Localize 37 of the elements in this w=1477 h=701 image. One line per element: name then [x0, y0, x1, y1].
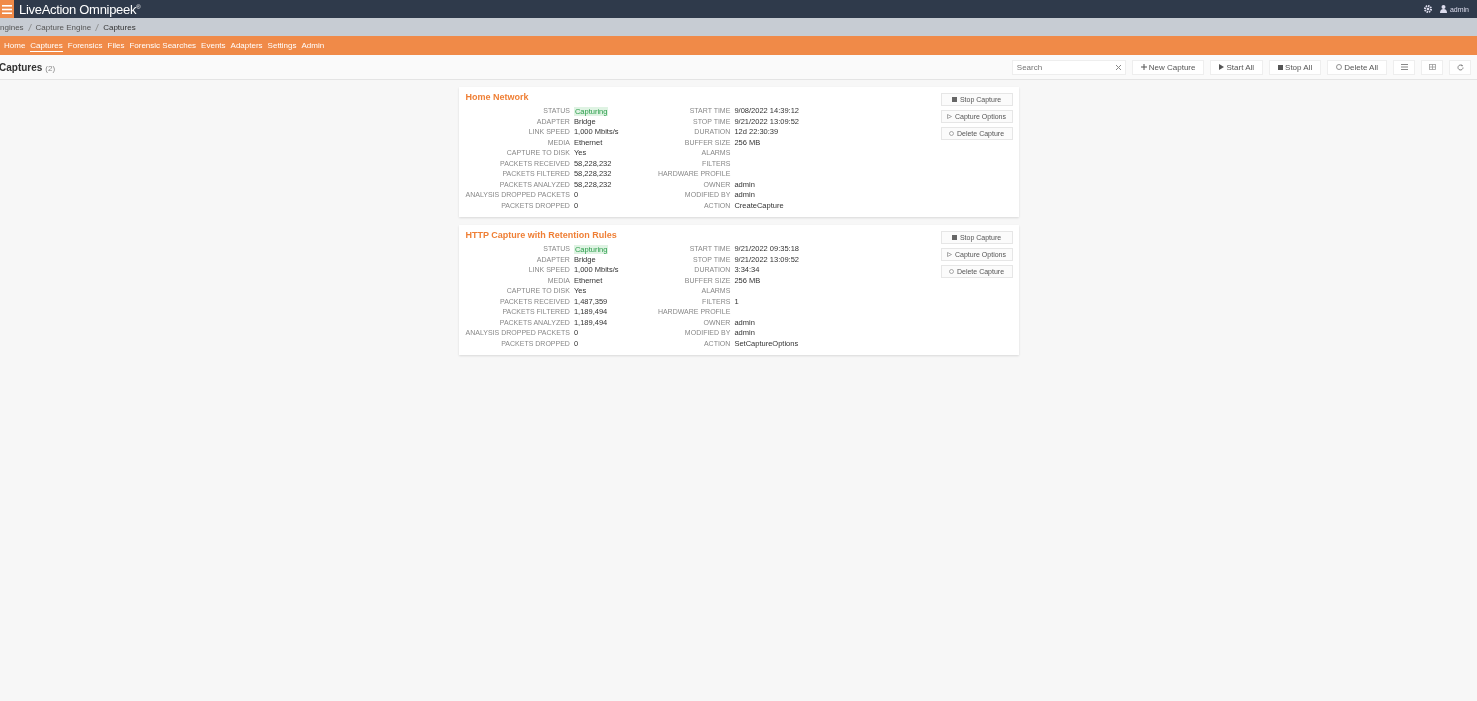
grid-icon	[1428, 64, 1436, 70]
toolbar-button[interactable]: Stop All	[1269, 59, 1322, 75]
menu-button[interactable]	[0, 0, 14, 18]
breadcrumb-link[interactable]: ngines	[0, 22, 24, 32]
user-icon	[1439, 5, 1447, 13]
page-title: Captures	[0, 61, 43, 73]
stop-icon	[951, 97, 957, 102]
stop-icon	[1278, 64, 1284, 70]
capture-name[interactable]: HTTP Capture with Retention Rules	[465, 230, 941, 240]
list-view-button[interactable]	[1393, 59, 1415, 75]
toolbar-button[interactable]: Start All	[1210, 59, 1264, 75]
refresh-icon	[1456, 63, 1464, 71]
grid-view-button[interactable]	[1421, 59, 1443, 75]
logo: LiveAction Omnipeek$^{®}$	[19, 1, 141, 17]
stop-icon	[951, 235, 957, 240]
refresh-button[interactable]	[1449, 59, 1471, 75]
capture-count: (2)	[45, 63, 56, 73]
search-field[interactable]: Search	[1011, 59, 1126, 75]
plus-icon	[1140, 64, 1147, 70]
options-icon	[947, 114, 952, 119]
breadcrumb-link[interactable]: Captures	[103, 22, 136, 32]
delete-icon	[1336, 64, 1343, 70]
clear-icon[interactable]	[1115, 64, 1121, 70]
menu-icon	[2, 4, 12, 14]
settings-button[interactable]	[1423, 5, 1432, 13]
toolbar-button[interactable]: Delete All	[1327, 59, 1387, 75]
breadcrumb-separator-icon	[27, 23, 32, 31]
settings-icon	[1423, 5, 1432, 13]
options-icon	[947, 252, 952, 257]
breadcrumb-link[interactable]: Capture Engine	[35, 22, 92, 32]
delete-icon	[948, 131, 954, 136]
play-icon	[1219, 64, 1225, 70]
toolbar-button[interactable]: New Capture	[1131, 59, 1205, 75]
delete-icon	[948, 269, 954, 274]
capture-name[interactable]: Home Network	[465, 92, 941, 102]
breadcrumb-separator-icon	[95, 23, 100, 31]
list-icon	[1400, 64, 1408, 70]
